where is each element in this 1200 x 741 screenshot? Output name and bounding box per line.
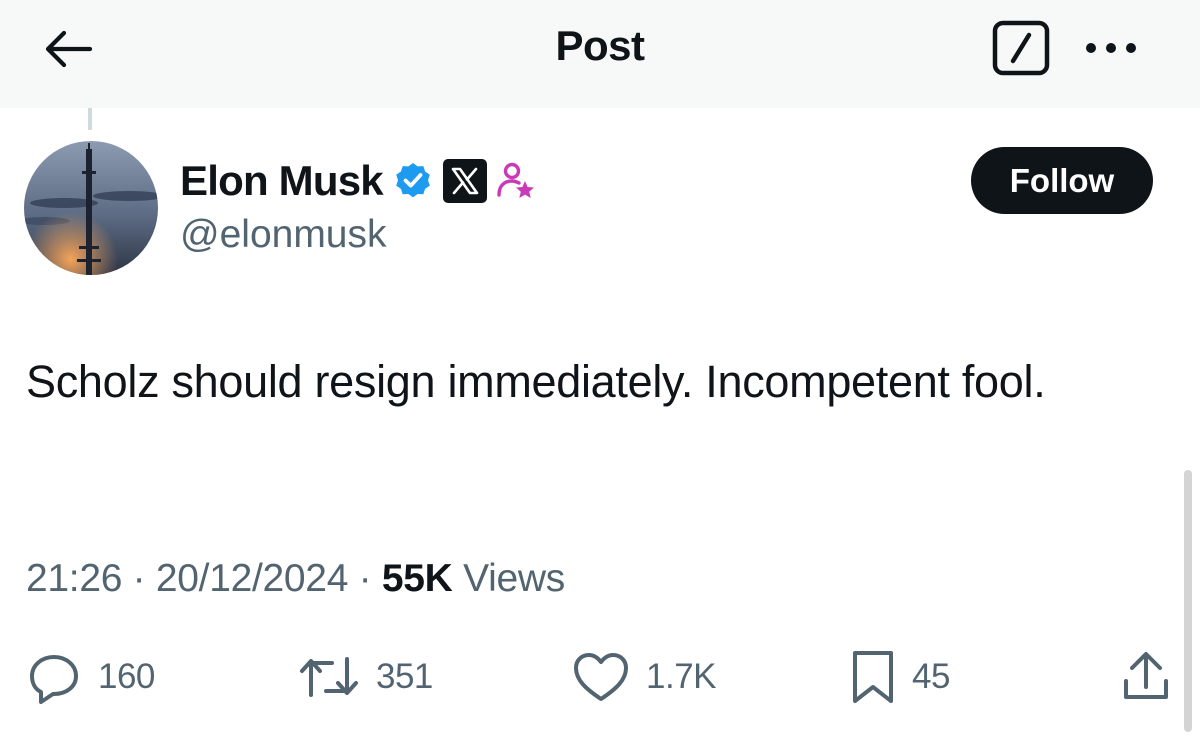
post-text: Scholz should resign immediately. Incomp… (26, 356, 1046, 407)
follow-button[interactable]: Follow (971, 147, 1153, 214)
thread-connector-line (88, 108, 92, 130)
views-label: Views (463, 557, 565, 600)
x-affiliate-logo-icon (442, 159, 487, 203)
verified-checkmark-icon (396, 163, 430, 198)
like-button[interactable]: 1.7K (572, 645, 717, 709)
share-icon (1124, 652, 1168, 699)
scrollbar[interactable] (1184, 470, 1192, 732)
action-bar: 160 351 1.7K 45 (0, 645, 1200, 709)
repost-button[interactable]: 351 (298, 645, 433, 709)
author-name-row: Elon Musk (180, 155, 535, 207)
subscriber-badge (497, 161, 535, 201)
author-display-name[interactable]: Elon Musk (180, 157, 384, 205)
verified-badge (393, 161, 433, 201)
bookmark-count: 45 (912, 657, 950, 696)
reply-button[interactable]: 160 (26, 645, 155, 709)
repost-count: 351 (376, 657, 433, 696)
post-time[interactable]: 21:26 (26, 557, 122, 600)
reply-icon (30, 655, 78, 704)
repost-icon (300, 657, 358, 697)
views-count: 55K (381, 557, 453, 600)
post-metadata: 21:26 · 20/12/2024 · 55K Views (26, 557, 565, 601)
compose-button[interactable] (992, 20, 1050, 76)
reply-count: 160 (98, 657, 155, 696)
top-navigation-bar: Post (0, 0, 1200, 108)
subscriber-star-person-icon (497, 162, 534, 198)
bookmark-button[interactable]: 45 (850, 645, 950, 709)
avatar[interactable] (24, 141, 158, 275)
bookmark-icon (853, 651, 893, 703)
share-button[interactable] (1120, 645, 1172, 709)
more-dots-icon (1086, 43, 1136, 53)
post-date[interactable]: 20/12/2024 (156, 557, 349, 600)
author-handle[interactable]: @elonmusk (180, 213, 387, 257)
affiliate-badge[interactable] (442, 159, 487, 203)
more-options-button[interactable] (1082, 36, 1140, 60)
compose-icon (992, 20, 1050, 76)
separator-dot: · (358, 557, 382, 600)
separator-dot: · (132, 557, 156, 600)
like-count: 1.7K (646, 657, 717, 696)
like-heart-icon (574, 653, 628, 701)
